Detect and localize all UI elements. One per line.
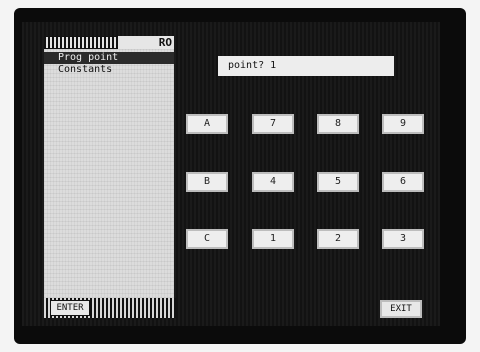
key-7[interactable]: 7 <box>252 114 294 134</box>
menu-list: Prog point Constants <box>44 52 174 76</box>
key-9[interactable]: 9 <box>382 114 424 134</box>
title-bar: RO <box>44 36 174 49</box>
enter-button[interactable]: ENTER <box>50 300 90 316</box>
exit-button[interactable]: EXIT <box>380 300 422 318</box>
title-bar-stripes <box>46 37 116 48</box>
prompt-label: point? <box>228 60 265 71</box>
key-8[interactable]: 8 <box>317 114 359 134</box>
key-c[interactable]: C <box>186 229 228 249</box>
key-a[interactable]: A <box>186 114 228 134</box>
menu-panel: RO Prog point Constants <box>44 36 174 314</box>
display-screen: RO Prog point Constants ENTER point? 1 A… <box>22 22 440 326</box>
key-1[interactable]: 1 <box>252 229 294 249</box>
key-4[interactable]: 4 <box>252 172 294 192</box>
window-title: RO <box>118 36 174 49</box>
key-2[interactable]: 2 <box>317 229 359 249</box>
point-prompt-field[interactable]: point? 1 <box>218 56 394 76</box>
key-b[interactable]: B <box>186 172 228 192</box>
key-5[interactable]: 5 <box>317 172 359 192</box>
menu-item-prog-point[interactable]: Prog point <box>44 52 174 64</box>
key-6[interactable]: 6 <box>382 172 424 192</box>
prompt-value: 1 <box>270 60 277 71</box>
key-3[interactable]: 3 <box>382 229 424 249</box>
menu-item-constants[interactable]: Constants <box>44 64 174 76</box>
softkey-bar: ENTER <box>44 298 176 318</box>
